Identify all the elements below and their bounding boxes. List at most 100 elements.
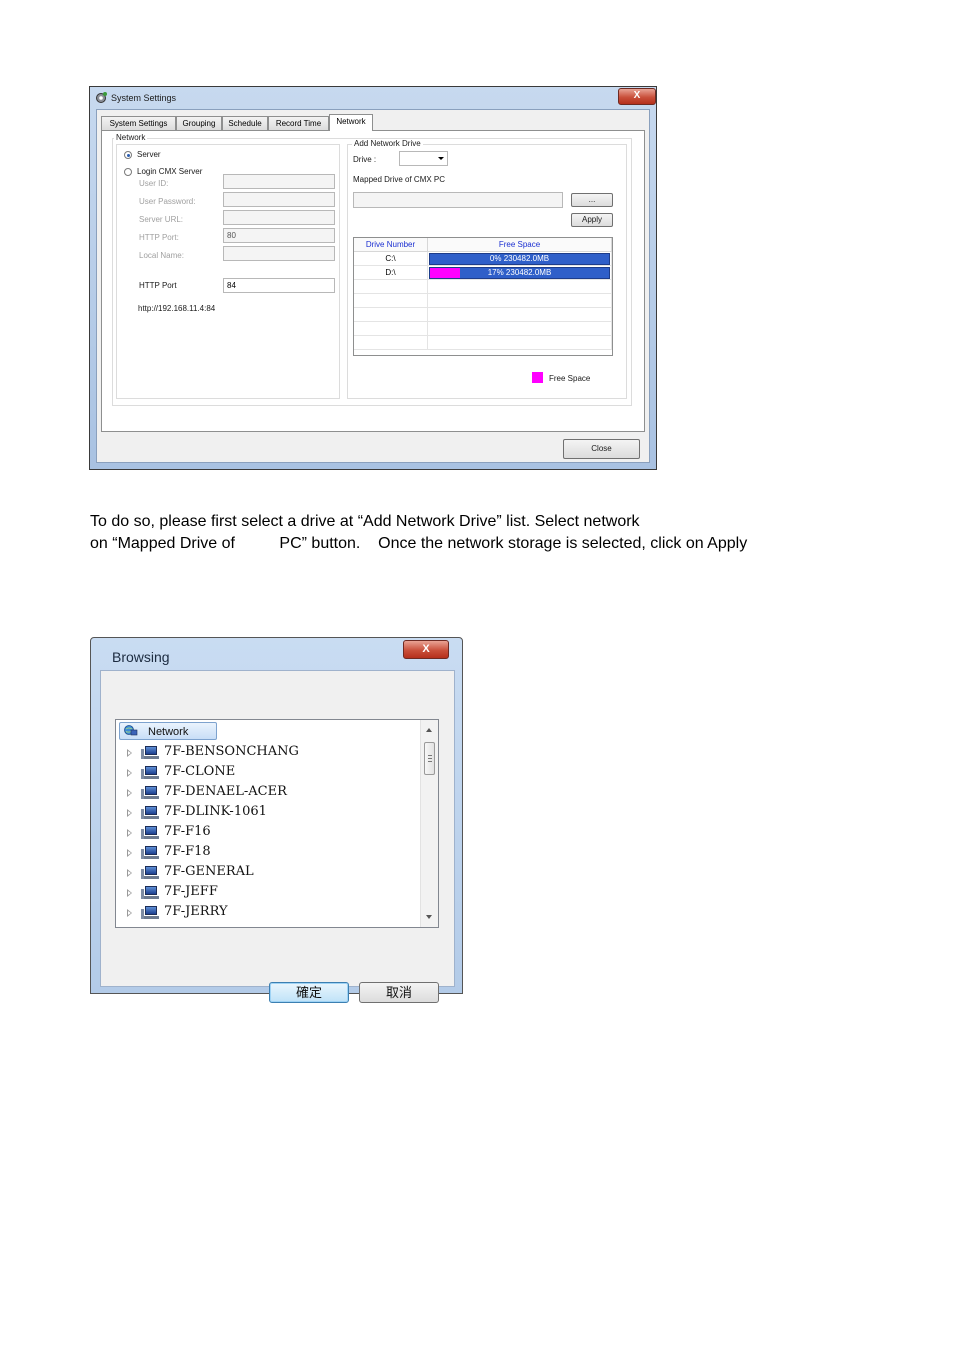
free-space-legend-swatch bbox=[532, 372, 543, 383]
vertical-scrollbar[interactable] bbox=[420, 720, 438, 927]
tree-root-label: Network bbox=[148, 726, 189, 738]
tree-node-label: 7F-F16 bbox=[164, 824, 211, 839]
login-http-port-label: HTTP Port: bbox=[139, 233, 179, 242]
user-id-field[interactable] bbox=[223, 174, 335, 189]
system-settings-window: System Settings X System Settings Groupi… bbox=[89, 86, 657, 470]
expand-arrow-icon[interactable] bbox=[127, 849, 132, 857]
tree-node[interactable]: 7F-DLINK-1061 bbox=[116, 801, 416, 821]
free-space-bar: 17% 230482.0MB bbox=[429, 267, 610, 279]
expand-arrow-icon[interactable] bbox=[127, 909, 132, 917]
tab-network[interactable]: Network bbox=[329, 114, 373, 131]
drive-label: Drive : bbox=[353, 155, 377, 164]
drive-dropdown[interactable] bbox=[399, 151, 448, 166]
scroll-thumb[interactable] bbox=[424, 742, 435, 775]
free-space-cell: 17% 230482.0MB bbox=[428, 266, 612, 280]
expand-arrow-icon[interactable] bbox=[127, 789, 132, 797]
browse-button[interactable]: ... bbox=[571, 193, 613, 207]
cancel-button[interactable]: 取消 bbox=[359, 982, 439, 1003]
dialog-client: Network 7F-BENSONCHANG 7F-CLONE 7F-DENAE… bbox=[100, 670, 455, 1003]
server-radio-label: Server bbox=[137, 150, 161, 159]
scroll-up-icon[interactable] bbox=[426, 728, 432, 732]
empty-cell bbox=[428, 336, 612, 350]
login-cmx-radio[interactable] bbox=[124, 168, 132, 176]
empty-cell bbox=[428, 322, 612, 336]
empty-cell bbox=[428, 280, 612, 294]
mapped-drive-field[interactable] bbox=[353, 192, 563, 208]
add-network-drive-label: Add Network Drive bbox=[352, 139, 423, 148]
window-client: System Settings Grouping Schedule Record… bbox=[96, 109, 650, 463]
server-radio[interactable] bbox=[124, 151, 132, 159]
drive-grid: Drive Number Free Space C:\ 0% 230482.0M… bbox=[353, 237, 613, 356]
ok-button[interactable]: 確定 bbox=[269, 982, 349, 1003]
computer-icon bbox=[141, 826, 159, 840]
computer-icon bbox=[141, 766, 159, 780]
free-space-legend-label: Free Space bbox=[549, 374, 591, 383]
computer-icon bbox=[141, 786, 159, 800]
user-password-field[interactable] bbox=[223, 192, 335, 207]
close-button[interactable]: Close bbox=[563, 439, 640, 459]
grid-header-free-space: Free Space bbox=[428, 238, 612, 252]
title-bar: System Settings X bbox=[90, 87, 656, 109]
tree-root-network[interactable]: Network bbox=[119, 722, 217, 740]
drive-number-cell: D:\ bbox=[354, 266, 428, 280]
tree-node[interactable]: 7F-BENSONCHANG bbox=[116, 741, 416, 761]
tree-node-label: 7F-JERRY bbox=[164, 904, 228, 919]
scroll-down-icon[interactable] bbox=[426, 915, 432, 919]
free-space-text: 17% 230482.0MB bbox=[487, 268, 552, 277]
http-port-field[interactable]: 84 bbox=[223, 278, 335, 293]
tree-node-label: 7F-F18 bbox=[164, 844, 211, 859]
settings-app-icon bbox=[96, 92, 107, 103]
apply-button[interactable]: Apply bbox=[571, 213, 613, 227]
instruction-line-2: on “Mapped Drive of PC” button. Once the… bbox=[90, 535, 748, 552]
user-password-label: User Password: bbox=[139, 197, 196, 206]
tab-schedule[interactable]: Schedule bbox=[222, 116, 268, 130]
network-globe-icon bbox=[124, 725, 138, 736]
expand-arrow-icon[interactable] bbox=[127, 749, 132, 757]
tree-node[interactable]: 7F-JERRY bbox=[116, 901, 416, 921]
chevron-down-icon bbox=[438, 157, 444, 160]
network-tree[interactable]: Network 7F-BENSONCHANG 7F-CLONE 7F-DENAE… bbox=[115, 719, 439, 928]
close-icon[interactable]: X bbox=[403, 640, 449, 659]
tree-node[interactable]: 7F-F16 bbox=[116, 821, 416, 841]
computer-icon bbox=[141, 846, 159, 860]
tree-node[interactable]: 7F-F18 bbox=[116, 841, 416, 861]
tab-grouping[interactable]: Grouping bbox=[176, 116, 222, 130]
tree-node-label: 7F-GENERAL bbox=[164, 864, 254, 879]
tree-node-label: 7F-JEFF bbox=[164, 884, 218, 899]
local-name-label: Local Name: bbox=[139, 251, 184, 260]
tree-node[interactable]: 7F-JEFF bbox=[116, 881, 416, 901]
computer-icon bbox=[141, 906, 159, 920]
user-id-label: User ID: bbox=[139, 179, 169, 188]
tab-record-time[interactable]: Record Time bbox=[268, 116, 329, 130]
expand-arrow-icon[interactable] bbox=[127, 769, 132, 777]
grid-header-drive-number: Drive Number bbox=[354, 238, 428, 252]
close-icon[interactable]: X bbox=[618, 88, 656, 105]
tab-system-settings[interactable]: System Settings bbox=[101, 116, 176, 130]
server-url-text: http://192.168.11.4:84 bbox=[138, 304, 216, 313]
tree-node-label: 7F-CLONE bbox=[164, 764, 236, 779]
empty-cell bbox=[354, 294, 428, 308]
tree-node[interactable]: 7F-GENERAL bbox=[116, 861, 416, 881]
expand-arrow-icon[interactable] bbox=[127, 889, 132, 897]
expand-arrow-icon[interactable] bbox=[127, 809, 132, 817]
server-url-field[interactable] bbox=[223, 210, 335, 225]
browsing-dialog: Browsing X Network 7F-BENSONCHANG 7F-CLO… bbox=[90, 637, 463, 1003]
empty-cell bbox=[428, 294, 612, 308]
expand-arrow-icon[interactable] bbox=[127, 869, 132, 877]
network-group-label: Network bbox=[114, 133, 148, 142]
window-title: System Settings bbox=[111, 93, 177, 103]
computer-icon bbox=[141, 886, 159, 900]
expand-arrow-icon[interactable] bbox=[127, 829, 132, 837]
empty-cell bbox=[354, 308, 428, 322]
mapped-drive-label: Mapped Drive of CMX PC bbox=[353, 175, 446, 184]
free-space-text: 0% 230482.0MB bbox=[489, 254, 550, 263]
local-name-field[interactable] bbox=[223, 246, 335, 261]
login-cmx-radio-label: Login CMX Server bbox=[137, 167, 203, 176]
login-http-port-field[interactable]: 80 bbox=[223, 228, 335, 243]
computer-icon bbox=[141, 866, 159, 880]
network-tab-panel: Network Server Login CMX Server User ID:… bbox=[101, 130, 645, 432]
tree-node[interactable]: 7F-CLONE bbox=[116, 761, 416, 781]
tree-node[interactable]: 7F-DENAEL-ACER bbox=[116, 781, 416, 801]
drive-number-cell: C:\ bbox=[354, 252, 428, 266]
empty-cell bbox=[354, 280, 428, 294]
